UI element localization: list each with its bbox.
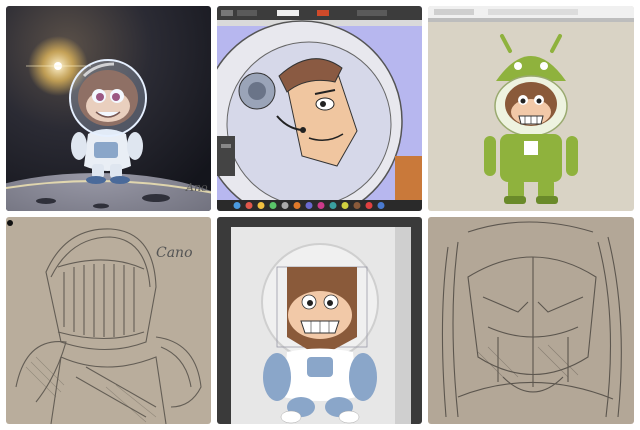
tile-android-monkey bbox=[428, 6, 634, 211]
knight-armor-sketch: Cano bbox=[6, 217, 211, 424]
predator-sketch bbox=[428, 217, 634, 424]
tile-predator-sketch bbox=[428, 217, 634, 424]
astronaut-editor-screenshot bbox=[217, 6, 422, 211]
tile-knight-sketch: Cano bbox=[6, 217, 211, 424]
tile-astronaut-editor bbox=[217, 6, 422, 211]
tile-monkey-artboard bbox=[217, 217, 422, 424]
artist-signature: Cano bbox=[156, 245, 193, 261]
android-monkey-illustration bbox=[428, 6, 634, 211]
monkey-artboard-illustration bbox=[217, 217, 422, 424]
monkey-astronaut-moon-illustration: Ano bbox=[6, 6, 211, 211]
artist-signature: Ano bbox=[185, 181, 208, 194]
tile-monkey-astronaut-moon: Ano bbox=[6, 6, 211, 211]
